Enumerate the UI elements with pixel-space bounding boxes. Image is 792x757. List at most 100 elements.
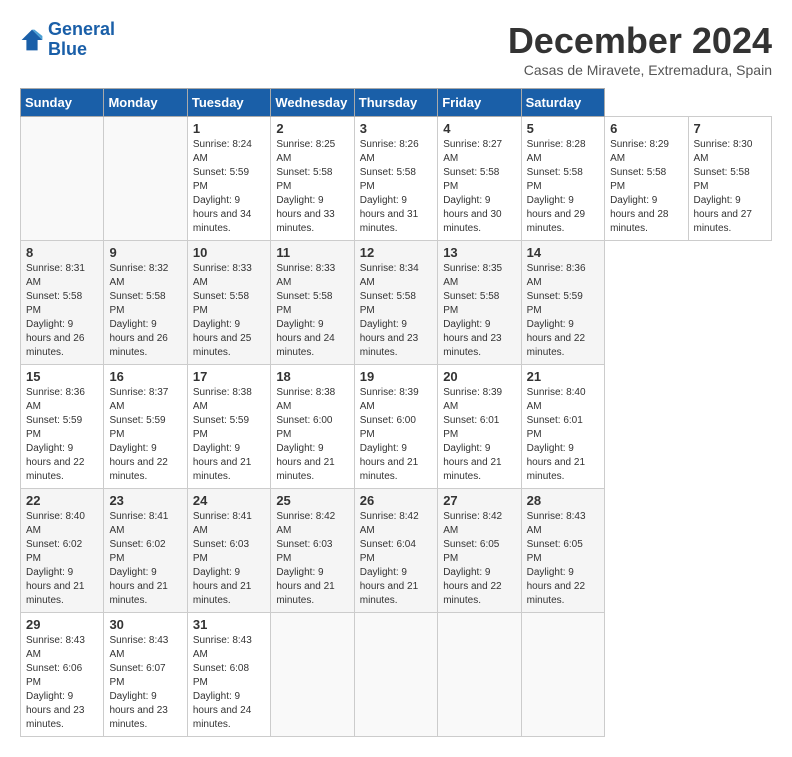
day-number: 23: [109, 493, 181, 508]
day-info: Sunrise: 8:27 AM Sunset: 5:58 PM Dayligh…: [443, 138, 515, 236]
day-info: Sunrise: 8:31 AM Sunset: 5:58 PM Dayligh…: [26, 262, 98, 360]
calendar-cell: 29 Sunrise: 8:43 AM Sunset: 6:06 PM Dayli…: [21, 613, 104, 737]
col-header-thursday: Thursday: [354, 89, 437, 117]
day-info: Sunrise: 8:39 AM Sunset: 6:00 PM Dayligh…: [360, 386, 432, 484]
day-number: 27: [443, 493, 515, 508]
calendar-cell: 31Sunrise: 8:43 AM Sunset: 6:08 PM Dayli…: [187, 613, 270, 737]
day-info: Sunrise: 8:43 AM Sunset: 6:08 PM Dayligh…: [193, 634, 265, 732]
calendar-cell: 6 Sunrise: 8:29 AM Sunset: 5:58 PM Daylig…: [605, 117, 688, 241]
day-info: Sunrise: 8:43 AM Sunset: 6:06 PM Dayligh…: [26, 634, 98, 732]
day-number: 13: [443, 245, 515, 260]
day-number: 11: [276, 245, 348, 260]
day-number: 18: [276, 369, 348, 384]
day-number: 8: [26, 245, 98, 260]
calendar-cell: 26Sunrise: 8:42 AM Sunset: 6:04 PM Dayli…: [354, 489, 437, 613]
day-info: Sunrise: 8:24 AM Sunset: 5:59 PM Dayligh…: [193, 138, 265, 236]
calendar-cell: [438, 613, 521, 737]
day-info: Sunrise: 8:29 AM Sunset: 5:58 PM Dayligh…: [610, 138, 682, 236]
calendar-cell: 19 Sunrise: 8:39 AM Sunset: 6:00 PM Dayli…: [354, 365, 437, 489]
day-info: Sunrise: 8:36 AM Sunset: 5:59 PM Dayligh…: [26, 386, 98, 484]
day-info: Sunrise: 8:33 AM Sunset: 5:58 PM Dayligh…: [193, 262, 265, 360]
day-number: 19: [360, 369, 432, 384]
col-header-sunday: Sunday: [21, 89, 104, 117]
calendar-cell: 18 Sunrise: 8:38 AM Sunset: 6:00 PM Dayli…: [271, 365, 354, 489]
day-info: Sunrise: 8:33 AM Sunset: 5:58 PM Dayligh…: [276, 262, 348, 360]
calendar-cell: 17Sunrise: 8:38 AM Sunset: 5:59 PM Dayli…: [187, 365, 270, 489]
calendar-cell: 25 Sunrise: 8:42 AM Sunset: 6:03 PM Dayli…: [271, 489, 354, 613]
day-info: Sunrise: 8:36 AM Sunset: 5:59 PM Dayligh…: [527, 262, 599, 360]
day-number: 30: [109, 617, 181, 632]
day-number: 3: [360, 121, 432, 136]
day-number: 15: [26, 369, 98, 384]
calendar-cell: 5 Sunrise: 8:28 AM Sunset: 5:58 PM Daylig…: [521, 117, 604, 241]
day-info: Sunrise: 8:40 AM Sunset: 6:02 PM Dayligh…: [26, 510, 98, 608]
day-number: 10: [193, 245, 265, 260]
day-number: 25: [276, 493, 348, 508]
calendar-cell: 10 Sunrise: 8:33 AM Sunset: 5:58 PM Dayli…: [187, 241, 270, 365]
day-info: Sunrise: 8:37 AM Sunset: 5:59 PM Dayligh…: [109, 386, 181, 484]
day-number: 24: [193, 493, 265, 508]
day-info: Sunrise: 8:43 AM Sunset: 6:05 PM Dayligh…: [527, 510, 599, 608]
logo: General Blue: [20, 20, 115, 60]
calendar-cell: [21, 117, 104, 241]
day-info: Sunrise: 8:26 AM Sunset: 5:58 PM Dayligh…: [360, 138, 432, 236]
day-number: 12: [360, 245, 432, 260]
calendar-cell: 3 Sunrise: 8:26 AM Sunset: 5:58 PM Daylig…: [354, 117, 437, 241]
day-number: 29: [26, 617, 98, 632]
week-row-3: 15 Sunrise: 8:36 AM Sunset: 5:59 PM Dayli…: [21, 365, 772, 489]
calendar-cell: 7 Sunrise: 8:30 AM Sunset: 5:58 PM Daylig…: [688, 117, 772, 241]
week-row-5: 29 Sunrise: 8:43 AM Sunset: 6:06 PM Dayli…: [21, 613, 772, 737]
day-info: Sunrise: 8:41 AM Sunset: 6:03 PM Dayligh…: [193, 510, 265, 608]
calendar-cell: 23 Sunrise: 8:41 AM Sunset: 6:02 PM Dayli…: [104, 489, 187, 613]
calendar-cell: 1 Sunrise: 8:24 AM Sunset: 5:59 PM Daylig…: [187, 117, 270, 241]
day-info: Sunrise: 8:30 AM Sunset: 5:58 PM Dayligh…: [694, 138, 767, 236]
month-title: December 2024: [508, 20, 772, 62]
day-number: 6: [610, 121, 682, 136]
day-number: 5: [527, 121, 599, 136]
day-info: Sunrise: 8:35 AM Sunset: 5:58 PM Dayligh…: [443, 262, 515, 360]
day-number: 1: [193, 121, 265, 136]
calendar-cell: [354, 613, 437, 737]
calendar-cell: 15 Sunrise: 8:36 AM Sunset: 5:59 PM Dayli…: [21, 365, 104, 489]
day-info: Sunrise: 8:42 AM Sunset: 6:05 PM Dayligh…: [443, 510, 515, 608]
col-header-friday: Friday: [438, 89, 521, 117]
day-number: 2: [276, 121, 348, 136]
day-number: 21: [527, 369, 599, 384]
calendar-cell: 13 Sunrise: 8:35 AM Sunset: 5:58 PM Dayli…: [438, 241, 521, 365]
calendar-table: SundayMondayTuesdayWednesdayThursdayFrid…: [20, 88, 772, 737]
page-header: General Blue December 2024 Casas de Mira…: [20, 20, 772, 78]
calendar-cell: [521, 613, 604, 737]
day-info: Sunrise: 8:38 AM Sunset: 5:59 PM Dayligh…: [193, 386, 265, 484]
day-number: 26: [360, 493, 432, 508]
day-info: Sunrise: 8:34 AM Sunset: 5:58 PM Dayligh…: [360, 262, 432, 360]
calendar-cell: 16Sunrise: 8:37 AM Sunset: 5:59 PM Dayli…: [104, 365, 187, 489]
week-row-2: 8 Sunrise: 8:31 AM Sunset: 5:58 PM Daylig…: [21, 241, 772, 365]
day-info: Sunrise: 8:41 AM Sunset: 6:02 PM Dayligh…: [109, 510, 181, 608]
calendar-cell: 4Sunrise: 8:27 AM Sunset: 5:58 PM Daylig…: [438, 117, 521, 241]
day-number: 22: [26, 493, 98, 508]
calendar-cell: 8 Sunrise: 8:31 AM Sunset: 5:58 PM Daylig…: [21, 241, 104, 365]
day-info: Sunrise: 8:25 AM Sunset: 5:58 PM Dayligh…: [276, 138, 348, 236]
week-row-1: 1 Sunrise: 8:24 AM Sunset: 5:59 PM Daylig…: [21, 117, 772, 241]
calendar-cell: 21 Sunrise: 8:40 AM Sunset: 6:01 PM Dayli…: [521, 365, 604, 489]
day-info: Sunrise: 8:32 AM Sunset: 5:58 PM Dayligh…: [109, 262, 181, 360]
day-number: 7: [694, 121, 767, 136]
title-block: December 2024 Casas de Miravete, Extrema…: [508, 20, 772, 78]
calendar-cell: 28Sunrise: 8:43 AM Sunset: 6:05 PM Dayli…: [521, 489, 604, 613]
day-info: Sunrise: 8:28 AM Sunset: 5:58 PM Dayligh…: [527, 138, 599, 236]
calendar-cell: 27 Sunrise: 8:42 AM Sunset: 6:05 PM Dayli…: [438, 489, 521, 613]
day-info: Sunrise: 8:38 AM Sunset: 6:00 PM Dayligh…: [276, 386, 348, 484]
day-info: Sunrise: 8:42 AM Sunset: 6:03 PM Dayligh…: [276, 510, 348, 608]
col-header-wednesday: Wednesday: [271, 89, 354, 117]
day-info: Sunrise: 8:43 AM Sunset: 6:07 PM Dayligh…: [109, 634, 181, 732]
day-number: 14: [527, 245, 599, 260]
calendar-cell: 22 Sunrise: 8:40 AM Sunset: 6:02 PM Dayli…: [21, 489, 104, 613]
col-header-saturday: Saturday: [521, 89, 604, 117]
day-info: Sunrise: 8:40 AM Sunset: 6:01 PM Dayligh…: [527, 386, 599, 484]
calendar-cell: 11 Sunrise: 8:33 AM Sunset: 5:58 PM Dayli…: [271, 241, 354, 365]
day-info: Sunrise: 8:39 AM Sunset: 6:01 PM Dayligh…: [443, 386, 515, 484]
location-subtitle: Casas de Miravete, Extremadura, Spain: [508, 62, 772, 78]
col-header-tuesday: Tuesday: [187, 89, 270, 117]
calendar-cell: [271, 613, 354, 737]
day-number: 20: [443, 369, 515, 384]
